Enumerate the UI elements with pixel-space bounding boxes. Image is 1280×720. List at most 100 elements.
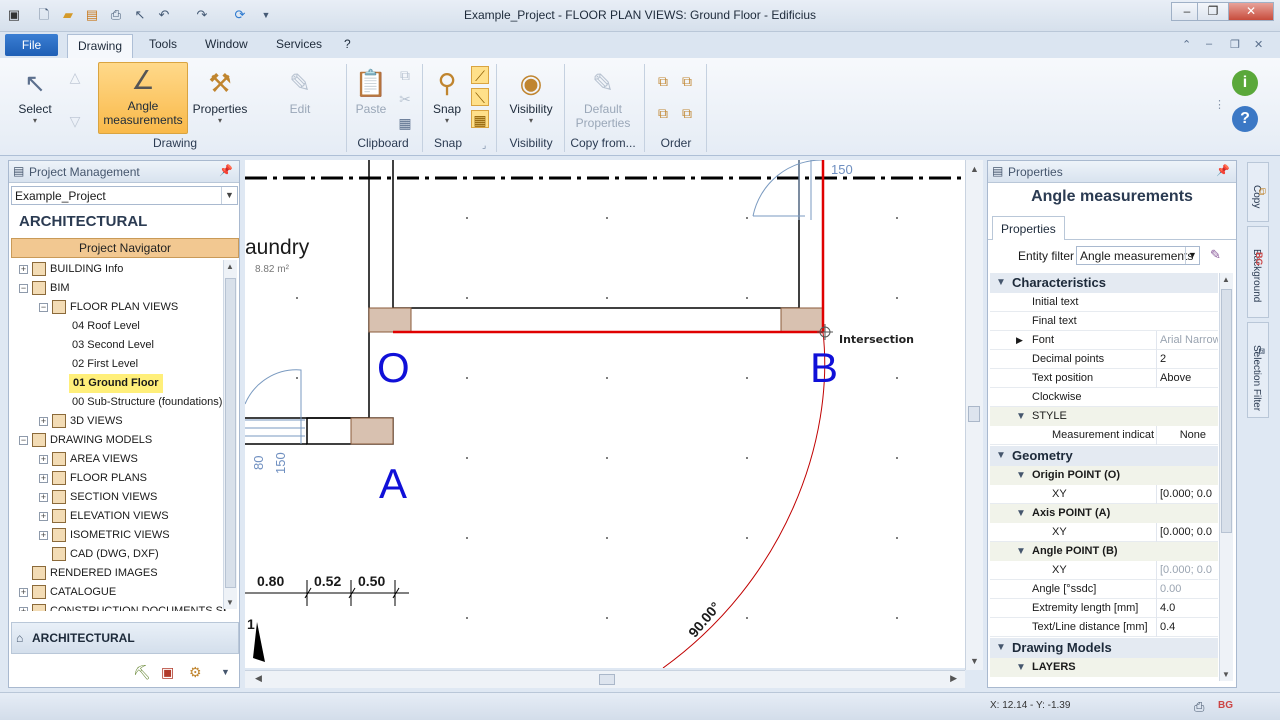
collapse-icon[interactable]: ▼: [1016, 466, 1026, 485]
expand-icon[interactable]: +: [19, 587, 28, 597]
tree-item[interactable]: +3D VIEWS: [39, 412, 123, 431]
pin-icon[interactable]: 📌: [1216, 164, 1230, 177]
tab-window[interactable]: Window: [205, 37, 248, 51]
tree-item[interactable]: + ELEVATION VIEWS: [39, 507, 169, 526]
tree-item[interactable]: RENDERED IMAGES: [19, 564, 158, 583]
property-row[interactable]: Decimal points 2: [990, 350, 1218, 369]
tree-item[interactable]: + ISOMETRIC VIEWS: [39, 526, 170, 545]
chevron-down-icon[interactable]: ▼: [221, 667, 230, 677]
property-row[interactable]: XY [0.000; 0.0: [990, 523, 1218, 542]
subcategory-layers[interactable]: ▼ LAYERS: [990, 658, 1218, 677]
tree-item[interactable]: − DRAWING MODELS: [19, 431, 152, 450]
property-row[interactable]: Measurement indicat None: [990, 426, 1218, 445]
side-tab-background[interactable]: BG Background: [1247, 226, 1269, 318]
side-tab-selection-filter[interactable]: ⧈ Selection Filter: [1247, 322, 1269, 418]
property-value[interactable]: None: [1156, 426, 1218, 445]
doc-minimize-icon[interactable]: –: [1206, 38, 1212, 50]
property-value[interactable]: 0.4: [1156, 618, 1218, 637]
tree-item[interactable]: − FLOOR PLAN VIEWS: [39, 298, 178, 317]
visibility-button[interactable]: ◉ Visibility ▾: [502, 66, 560, 136]
property-row[interactable]: Text position Above: [990, 369, 1218, 388]
snap-button[interactable]: ⚲ Snap ▾: [426, 66, 468, 136]
category-geometry[interactable]: ▼ Geometry: [990, 446, 1218, 466]
snap-grid-icon[interactable]: ▦: [471, 110, 489, 128]
tree-item[interactable]: − BIM: [19, 279, 70, 298]
subcategory-axis-point[interactable]: ▼ Axis POINT (A): [990, 504, 1218, 523]
tab-tools[interactable]: Tools: [149, 37, 177, 51]
project-select[interactable]: Example_Project ▼: [11, 186, 238, 205]
property-value[interactable]: 2: [1156, 350, 1218, 369]
property-row[interactable]: Angle [°ssdc] 0.00: [990, 580, 1218, 599]
collapse-icon[interactable]: ▼: [1016, 542, 1026, 561]
scroll-down-icon[interactable]: ▼: [1222, 670, 1230, 679]
scroll-up-icon[interactable]: ▲: [1222, 275, 1230, 284]
tree-item[interactable]: CAD (DWG, DXF): [39, 545, 159, 564]
collapse-icon[interactable]: ▼: [1016, 407, 1026, 426]
property-row[interactable]: Clockwise: [990, 388, 1218, 407]
collapse-icon[interactable]: ▼: [996, 446, 1006, 466]
scroll-down-icon[interactable]: ▼: [970, 656, 979, 666]
collapse-icon[interactable]: −: [19, 435, 28, 445]
property-value[interactable]: [0.000; 0.0: [1156, 485, 1218, 504]
category-characteristics[interactable]: ▼ Characteristics: [990, 273, 1218, 293]
paste-button[interactable]: 📋 Paste: [350, 66, 392, 136]
shovel-icon[interactable]: ⛏: [133, 664, 151, 681]
snap-options-launcher-icon[interactable]: ⌟: [482, 140, 486, 151]
scroll-right-icon[interactable]: ▶: [950, 673, 957, 684]
snap-endpoint-icon[interactable]: ⟋: [471, 66, 489, 84]
tab-help[interactable]: ?: [344, 37, 351, 51]
architectural-section-bar[interactable]: ⌂ ARCHITECTURAL: [11, 622, 239, 654]
property-value[interactable]: 0.00: [1156, 580, 1218, 599]
properties-button[interactable]: ⚒ Properties ▾: [192, 66, 248, 136]
property-value[interactable]: 4.0: [1156, 599, 1218, 618]
chevron-down-icon[interactable]: ▼: [1185, 247, 1199, 264]
drawing-svg[interactable]: [245, 160, 965, 668]
property-row[interactable]: Final text: [990, 312, 1218, 331]
tab-drawing[interactable]: Drawing: [67, 34, 134, 58]
v-scroll-thumb[interactable]: [968, 406, 980, 422]
project-navigator-bar[interactable]: Project Navigator: [11, 238, 239, 258]
pin-icon[interactable]: 📌: [219, 164, 233, 177]
property-row[interactable]: XY [0.000; 0.0: [990, 561, 1218, 580]
snap-line-icon[interactable]: ⟍: [471, 88, 489, 106]
tree-item[interactable]: 04 Roof Level: [59, 317, 140, 336]
tree-item[interactable]: + AREA VIEWS: [39, 450, 138, 469]
tree-item[interactable]: + CONSTRUCTION DOCUMENTS SET: [19, 602, 226, 611]
tree-item[interactable]: 00 Sub-Structure (foundations): [59, 393, 222, 412]
send-to-back-icon[interactable]: ⧉: [678, 104, 696, 122]
collapse-icon[interactable]: ▼: [996, 638, 1006, 658]
tab-properties[interactable]: Properties: [992, 216, 1065, 240]
status-print-icon[interactable]: ⎙: [1194, 699, 1204, 715]
canvas-vertical-scrollbar[interactable]: ▲ ▼: [965, 160, 983, 670]
collapse-icon[interactable]: −: [19, 283, 28, 293]
triangle-down-icon[interactable]: ▽: [66, 112, 84, 130]
side-tab-copy[interactable]: ⧉ Copy: [1247, 162, 1269, 222]
collapse-icon[interactable]: −: [39, 302, 48, 312]
expand-icon[interactable]: ▶: [1016, 331, 1023, 350]
property-grid-scrollbar[interactable]: ▲ ▼: [1219, 273, 1233, 681]
select-button[interactable]: ↖ Select ▾: [8, 66, 62, 136]
expand-icon[interactable]: +: [39, 473, 48, 483]
subcategory-style[interactable]: ▼ STYLE: [990, 407, 1218, 426]
triangle-up-icon[interactable]: △: [66, 68, 84, 86]
bring-to-front-icon[interactable]: ⧉: [678, 72, 696, 90]
file-menu-button[interactable]: File: [5, 34, 58, 56]
help-icon[interactable]: ?: [1232, 106, 1258, 132]
doc-restore-icon[interactable]: ❐: [1230, 38, 1240, 51]
default-properties-button[interactable]: ✎ Default Properties: [568, 66, 638, 136]
tree-item[interactable]: + CATALOGUE: [19, 583, 116, 602]
property-row[interactable]: Text/Line distance [mm] 0.4: [990, 618, 1218, 637]
tab-services[interactable]: Services: [276, 37, 322, 51]
bring-forward-icon[interactable]: ⧉: [654, 72, 672, 90]
doc-close-icon[interactable]: ✕: [1254, 38, 1263, 51]
restore-button[interactable]: ❐: [1197, 2, 1229, 21]
angle-measurements-button[interactable]: ∠ Angle measurements: [98, 62, 188, 134]
expand-icon[interactable]: +: [19, 264, 28, 274]
tree-item[interactable]: 01 Ground Floor: [69, 374, 163, 393]
cut-icon[interactable]: ✂: [396, 90, 414, 108]
expand-icon[interactable]: +: [39, 530, 48, 540]
info-icon[interactable]: i: [1232, 70, 1258, 96]
paste-special-icon[interactable]: ▦: [396, 114, 414, 132]
property-row[interactable]: Extremity length [mm] 4.0: [990, 599, 1218, 618]
status-background-icon[interactable]: BG: [1218, 700, 1233, 711]
